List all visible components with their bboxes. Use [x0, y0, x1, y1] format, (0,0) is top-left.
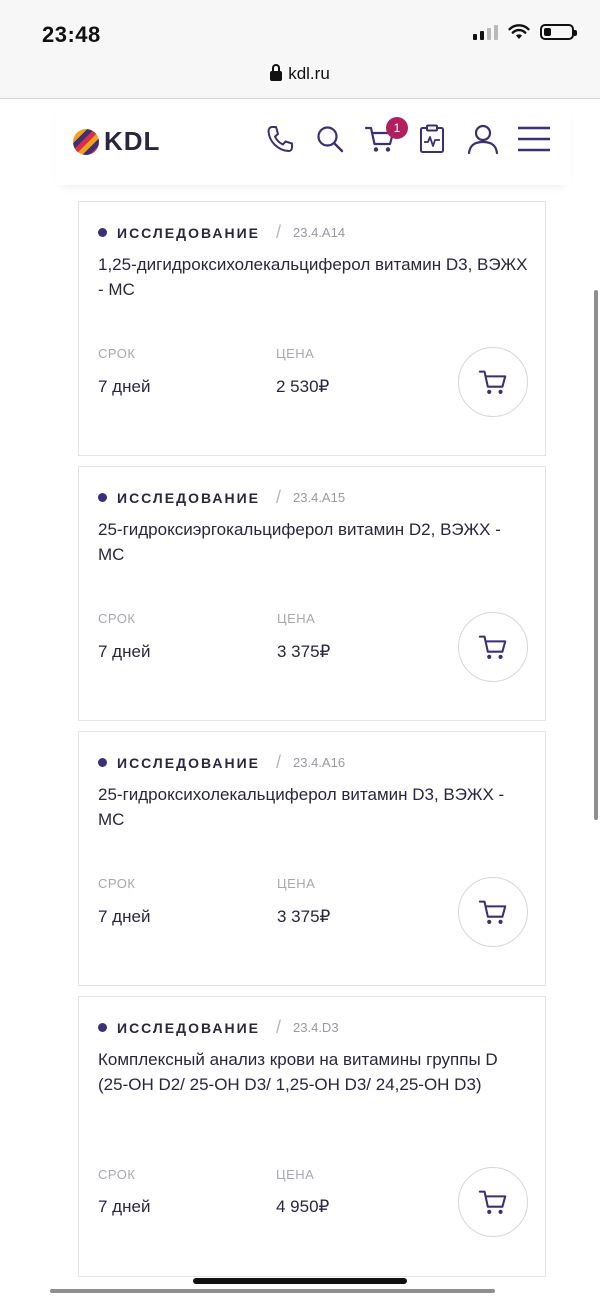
add-to-cart-button[interactable]	[458, 877, 528, 947]
type-label: ИССЛЕДОВАНИЕ	[117, 489, 260, 506]
test-code: 23.4.A16	[293, 755, 346, 770]
test-title[interactable]: 1,25-дигидроксихолекальциферол витамин D…	[98, 252, 528, 302]
bullet-dot	[98, 758, 107, 767]
price-label: ЦЕНА	[276, 346, 315, 361]
vertical-scrollbar[interactable]	[594, 290, 598, 820]
term-label: СРОК	[98, 611, 136, 626]
price-value: 2 530₽	[276, 377, 330, 396]
test-title[interactable]: 25-гидроксиэргокальциферол витамин D2, В…	[98, 517, 528, 567]
bullet-dot	[98, 493, 107, 502]
slash-divider: /	[276, 222, 282, 242]
type-label: ИССЛЕДОВАНИЕ	[117, 224, 260, 241]
card-tag: ИССЛЕДОВАНИЕ / 23.4.A15	[98, 487, 345, 508]
bullet-dot	[98, 228, 107, 237]
logo-mark-icon	[73, 128, 99, 155]
test-code: 23.4.A15	[293, 490, 346, 505]
type-label: ИССЛЕДОВАНИЕ	[117, 754, 260, 771]
cart-icon[interactable]: 1	[362, 117, 408, 157]
cart-icon	[478, 370, 507, 394]
battery-icon	[540, 24, 577, 40]
status-icons	[473, 24, 577, 40]
price-label: ЦЕНА	[277, 876, 316, 891]
lock-icon	[270, 64, 283, 81]
term-value: 7 дней	[98, 377, 151, 396]
site-header: KDL 1	[55, 99, 570, 185]
test-title[interactable]: 25-гидроксихолекальциферол витамин D3, В…	[98, 782, 528, 832]
status-time: 23:48	[42, 22, 101, 47]
signal-icon	[473, 24, 498, 40]
status-bar: 23:48 kdl.ru	[0, 0, 600, 99]
price-value: 3 375₽	[277, 642, 331, 661]
add-to-cart-button[interactable]	[458, 612, 528, 682]
test-code: 23.4.D3	[293, 1020, 339, 1035]
medical-record-icon[interactable]	[414, 121, 450, 157]
term-value: 7 дней	[98, 1197, 151, 1216]
term-value: 7 дней	[98, 642, 151, 661]
phone-icon[interactable]	[262, 121, 298, 157]
add-to-cart-button[interactable]	[458, 1167, 528, 1237]
test-code: 23.4.A14	[293, 225, 346, 240]
horizontal-scrollbar[interactable]	[50, 1289, 495, 1293]
bullet-dot	[98, 1023, 107, 1032]
test-card[interactable]: ИССЛЕДОВАНИЕ / 23.4.A15 25-гидроксиэргок…	[78, 466, 546, 721]
cart-icon	[478, 635, 507, 659]
test-card[interactable]: ИССЛЕДОВАНИЕ / 23.4.A14 1,25-дигидроксих…	[78, 201, 546, 456]
cart-icon	[478, 900, 507, 924]
price-value: 3 375₽	[277, 907, 331, 926]
cart-count-badge: 1	[386, 117, 408, 139]
slash-divider: /	[276, 752, 282, 772]
search-icon[interactable]	[312, 121, 348, 157]
test-card[interactable]: ИССЛЕДОВАНИЕ / 23.4.D3 Комплексный анали…	[78, 996, 546, 1277]
menu-icon[interactable]	[516, 121, 552, 157]
kdl-logo[interactable]: KDL	[73, 126, 160, 157]
logo-text: KDL	[104, 126, 161, 156]
home-indicator[interactable]	[193, 1278, 407, 1284]
card-tag: ИССЛЕДОВАНИЕ / 23.4.D3	[98, 1017, 339, 1038]
test-card[interactable]: ИССЛЕДОВАНИЕ / 23.4.A16 25-гидроксихолек…	[78, 731, 546, 986]
cart-icon	[478, 1190, 507, 1214]
card-tag: ИССЛЕДОВАНИЕ / 23.4.A16	[98, 752, 345, 773]
price-label: ЦЕНА	[276, 1167, 315, 1182]
wifi-icon	[508, 24, 530, 39]
term-value: 7 дней	[98, 907, 151, 926]
term-label: СРОК	[98, 876, 136, 891]
user-icon[interactable]	[465, 121, 501, 157]
slash-divider: /	[276, 487, 282, 507]
term-label: СРОК	[98, 1167, 136, 1182]
slash-divider: /	[276, 1017, 282, 1037]
url-text: kdl.ru	[288, 64, 330, 83]
test-title[interactable]: Комплексный анализ крови на витамины гру…	[98, 1047, 528, 1097]
address-bar[interactable]: kdl.ru	[0, 64, 600, 84]
price-label: ЦЕНА	[277, 611, 316, 626]
price-value: 4 950₽	[276, 1197, 330, 1216]
type-label: ИССЛЕДОВАНИЕ	[117, 1019, 260, 1036]
card-tag: ИССЛЕДОВАНИЕ / 23.4.A14	[98, 222, 345, 243]
add-to-cart-button[interactable]	[458, 347, 528, 417]
term-label: СРОК	[98, 346, 136, 361]
